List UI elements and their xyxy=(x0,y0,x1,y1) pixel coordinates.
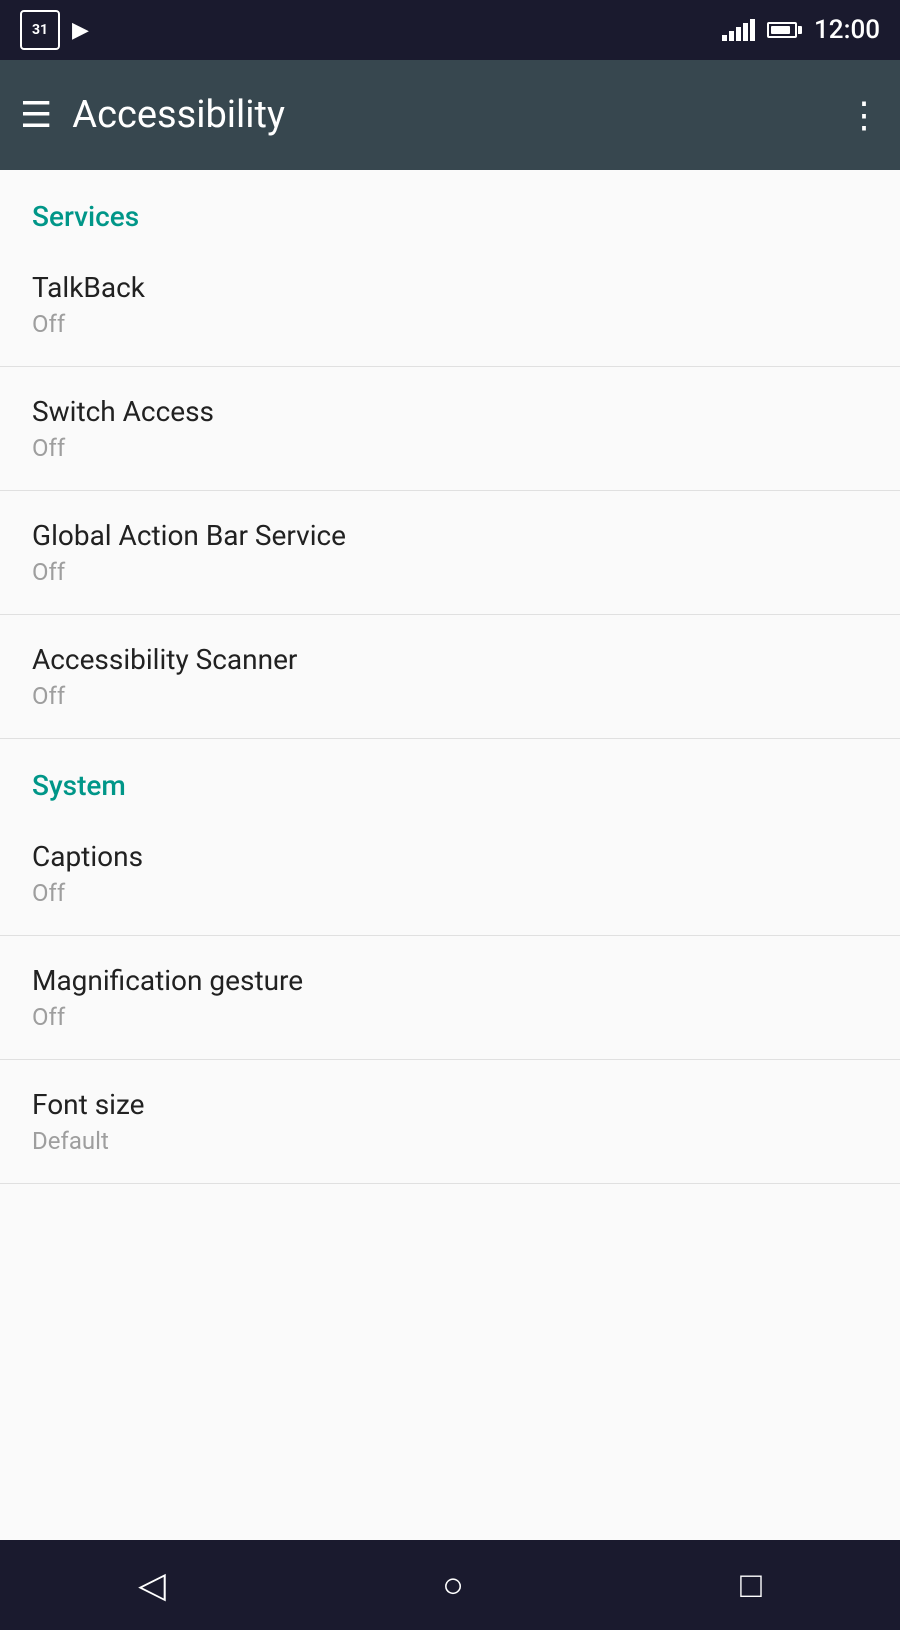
system-section-header: System xyxy=(0,739,900,812)
switch-access-subtitle: Off xyxy=(32,434,868,462)
font-size-subtitle: Default xyxy=(32,1127,868,1155)
captions-title: Captions xyxy=(32,840,868,873)
switch-access-item[interactable]: Switch Access Off xyxy=(0,367,900,491)
global-action-bar-subtitle: Off xyxy=(32,558,868,586)
system-label: System xyxy=(32,769,126,802)
status-time: 12:00 xyxy=(814,15,880,45)
captions-item[interactable]: Captions Off xyxy=(0,812,900,936)
bottom-nav-bar: ◁ ○ □ xyxy=(0,1540,900,1630)
global-action-bar-item[interactable]: Global Action Bar Service Off xyxy=(0,491,900,615)
app-bar: ☰ Accessibility ⋮ xyxy=(0,60,900,170)
talkback-title: TalkBack xyxy=(32,271,868,304)
signal-icon xyxy=(722,19,755,41)
menu-button[interactable]: ☰ xyxy=(20,94,52,136)
services-label: Services xyxy=(32,200,139,233)
services-section-header: Services xyxy=(0,170,900,243)
talkback-subtitle: Off xyxy=(32,310,868,338)
magnification-gesture-item[interactable]: Magnification gesture Off xyxy=(0,936,900,1060)
font-size-item[interactable]: Font size Default xyxy=(0,1060,900,1184)
accessibility-scanner-subtitle: Off xyxy=(32,682,868,710)
more-options-button[interactable]: ⋮ xyxy=(846,94,880,136)
magnification-gesture-title: Magnification gesture xyxy=(32,964,868,997)
status-bar-left: 31 ▶ xyxy=(20,10,89,50)
calendar-icon: 31 xyxy=(20,10,60,50)
font-size-title: Font size xyxy=(32,1088,868,1121)
content-area: Services TalkBack Off Switch Access Off … xyxy=(0,170,900,1540)
accessibility-scanner-title: Accessibility Scanner xyxy=(32,643,868,676)
page-title: Accessibility xyxy=(72,93,285,137)
global-action-bar-title: Global Action Bar Service xyxy=(32,519,868,552)
notification-icon: ▶ xyxy=(72,18,89,43)
status-bar: 31 ▶ 12:00 xyxy=(0,0,900,60)
app-bar-left: ☰ Accessibility xyxy=(20,93,285,137)
switch-access-title: Switch Access xyxy=(32,395,868,428)
captions-subtitle: Off xyxy=(32,879,868,907)
magnification-gesture-subtitle: Off xyxy=(32,1003,868,1031)
status-bar-right: 12:00 xyxy=(722,15,880,45)
battery-icon xyxy=(767,22,802,38)
calendar-date: 31 xyxy=(32,22,48,38)
accessibility-scanner-item[interactable]: Accessibility Scanner Off xyxy=(0,615,900,739)
talkback-item[interactable]: TalkBack Off xyxy=(0,243,900,367)
